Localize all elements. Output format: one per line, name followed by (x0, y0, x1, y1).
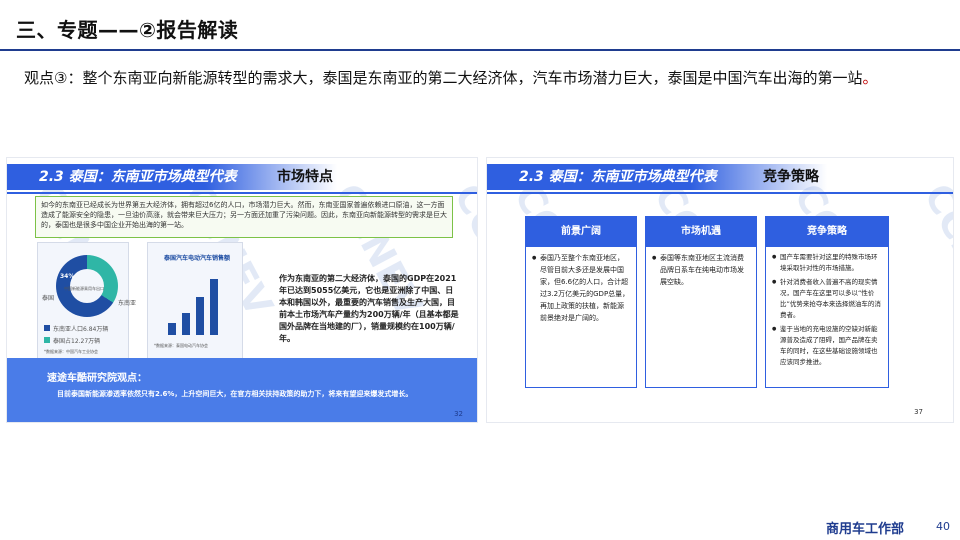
column-body: 泰国乃至整个东南亚地区，尽管目前大多还是发展中国家，但6.6亿的人口，合计超过3… (526, 247, 636, 332)
column-body: 国产车需要针对这里的特殊市场环境采取针对性的市场措施。 针对消费者收入普遍不高的… (766, 247, 888, 376)
bar (210, 279, 218, 335)
viewpoint-main: 观点③：整个东南亚向新能源转型的需求大，泰国是东南亚的第二大经济体，汽车市场潜力… (24, 69, 863, 87)
bar (168, 323, 176, 335)
section-title: 2.3 泰国：东南亚市场典型代表 (519, 169, 717, 185)
report-image-left: CCNEV CCNEV CCNEV CCNEV 2.3 泰国：东南亚市场典型代表… (6, 157, 478, 423)
strategy-column: 市场机遇 泰国等东南亚地区主流消费品牌日系车在纯电动市场发展空缺。 (645, 216, 757, 388)
panel-page-number: 37 (914, 408, 923, 416)
section-rule (7, 192, 477, 194)
donut-note: *数据来源：中国汽车工业协会 (44, 349, 98, 354)
legend-swatch (44, 337, 50, 343)
column-header: 市场机遇 (646, 217, 756, 247)
page-number: 40 (936, 520, 950, 533)
bar-note: *数据来源：泰国电动汽车协会 (154, 343, 208, 348)
intro-box: 如今的东南亚已经成长为世界第五大经济体，拥有超过6亿的人口，市场潜力巨大。然而，… (35, 196, 453, 238)
report-image-right: CCNEV CCNEV CCNEV CCNEV 2.3 泰国：东南亚市场典型代表… (486, 157, 954, 423)
viewpoint-tail: 。 (862, 69, 878, 87)
section-subtitle: 市场特点 (277, 169, 333, 185)
column-header: 竞争策略 (766, 217, 888, 247)
donut-center: 中国新能源乘用车出口 (64, 286, 104, 291)
strategy-column: 竞争策略 国产车需要针对这里的特殊市场环境采取针对性的市场措施。 针对消费者收入… (765, 216, 889, 388)
watermark: CCNEV (915, 176, 954, 324)
page-title: 三、专题——②报告解读 (16, 18, 239, 42)
legend-item: 泰国占12.27万辆 (53, 338, 101, 345)
strategy-column: 前景广阔 泰国乃至整个东南亚地区，尽管目前大多还是发展中国家，但6.6亿的人口，… (525, 216, 637, 388)
section-rule (487, 192, 953, 194)
viewpoint-text: 观点③：整个东南亚向新能源转型的需求大，泰国是东南亚的第二大经济体，汽车市场潜力… (24, 67, 877, 88)
column-item: 泰国乃至整个东南亚地区，尽管目前大多还是发展中国家，但6.6亿的人口，合计超过3… (532, 252, 630, 324)
column-body: 泰国等东南亚地区主流消费品牌日系车在纯电动市场发展空缺。 (646, 247, 756, 296)
title-bar: 三、专题——②报告解读 (0, 0, 960, 51)
column-item: 针对消费者收入普遍不高的现实情况，国产车在这里可以多以“性价比”优势来抢夺本来选… (772, 277, 882, 321)
section-subtitle: 竞争策略 (763, 169, 819, 185)
donut-pct: 34% (60, 273, 75, 280)
legend-swatch (44, 325, 50, 331)
body-text: 作为东南亚的第二大经济体，泰国的GDP在2021年已达到5055亿美元，它也是亚… (279, 274, 459, 343)
donut-right: 东南亚 (118, 300, 137, 307)
bar (182, 313, 190, 335)
column-item: 鉴于当地的充电设施的空缺对新能源普及造成了阻碍，国产品牌在卖车的同时，在这些基础… (772, 324, 882, 368)
panel-page-number: 32 (454, 410, 463, 418)
bar-chart-box: 泰国汽车电动汽车销售额 *数据来源：泰国电动汽车协会 (147, 242, 243, 362)
column-item: 泰国等东南亚地区主流消费品牌日系车在纯电动市场发展空缺。 (652, 252, 750, 288)
viewpoint-band: 速途车酷研究院观点： 目前泰国新能源渗透率依然只有2.6%，上升空间巨大，在官方… (7, 358, 477, 422)
slide: 三、专题——②报告解读 观点③：整个东南亚向新能源转型的需求大，泰国是东南亚的第… (0, 0, 960, 540)
column-header: 前景广阔 (526, 217, 636, 247)
footer-department: 商用车工作部 (825, 522, 904, 537)
title-underline (0, 49, 960, 51)
section-title: 2.3 泰国：东南亚市场典型代表 (39, 169, 237, 185)
bar (196, 297, 204, 335)
column-item: 国产车需要针对这里的特殊市场环境采取针对性的市场措施。 (772, 252, 882, 274)
band-title: 速途车酷研究院观点： (47, 373, 147, 384)
donut-label-left: 泰国 (42, 295, 55, 302)
bar-chart-title: 泰国汽车电动汽车销售额 (164, 255, 231, 262)
donut-chart-box: 34% 泰国 中国新能源乘用车出口 东南亚 东南亚人口6.84万辆 泰国占12.… (37, 242, 136, 362)
legend-item: 东南亚人口6.84万辆 (53, 326, 109, 333)
band-body: 目前泰国新能源渗透率依然只有2.6%，上升空间巨大，在官方相关扶持政策的助力下，… (57, 390, 413, 398)
